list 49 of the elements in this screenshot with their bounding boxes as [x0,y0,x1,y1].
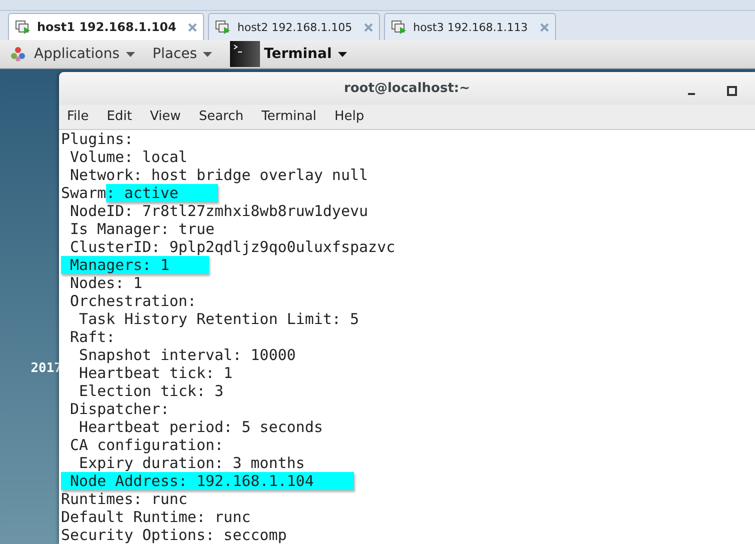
output-text: Nodes: 1 [69,274,142,292]
places-menu[interactable]: Places [152,46,220,62]
output-text: Dispatcher: [69,400,170,418]
output-text: Swarm [61,184,106,202]
output-text: Security Options: seccomp [61,526,287,544]
vm-tab[interactable]: host3 192.168.1.113 [384,13,556,40]
caret-icon [203,52,212,56]
menu-item[interactable]: Edit [106,109,132,124]
output-text: Network: host bridge overlay null [69,166,368,184]
close-icon[interactable] [540,22,549,32]
output-text: CA configuration: [69,436,224,454]
highlighted-output-text: : active [106,184,218,202]
menu-item[interactable]: Terminal [261,109,316,124]
menu-item[interactable]: Help [334,109,364,124]
output-text: Default Runtime: runc [61,508,251,526]
output-text: Raft: [69,328,116,346]
vm-icon [215,19,232,35]
window-title: root@localhost:~ [344,80,470,96]
vm-tab[interactable]: host2 192.168.1.105 [208,13,380,40]
close-icon[interactable] [364,22,374,32]
output-text: Election tick: 3 [78,382,224,400]
close-icon[interactable] [188,22,198,32]
output-text: Runtimes: runc [61,490,188,508]
maximize-button[interactable] [727,86,737,96]
vm-tab[interactable]: host1 192.168.1.104 [8,13,204,40]
output-text: Heartbeat period: 5 seconds [78,418,323,436]
menu-item[interactable]: File [67,109,89,124]
output-text: Plugins: [61,130,134,148]
output-text: Expiry duration: 3 months [78,454,305,472]
highlighted-output-text: Managers: 1 [61,256,210,274]
vm-icon [391,19,408,35]
output-text: Volume: local [69,148,188,166]
menu-item[interactable]: Search [198,109,244,124]
gnome-icon [10,46,26,62]
caret-icon [126,52,135,56]
output-text: ClusterID: 9plp2qdljz9qo0uluxfspazvc [69,238,396,256]
caret-icon [338,52,347,56]
output-text: Snapshot interval: 10000 [78,346,296,364]
output-text: Task History Retention Limit: 5 [78,310,360,328]
highlighted-output-text: Node Address: 192.168.1.104 [61,472,354,490]
applications-menu[interactable]: Applications [34,46,143,62]
output-text: Is Manager: true [69,220,215,238]
output-text: NodeID: 7r8tl27zmhxi8wb8ruw1dyevu [69,202,368,220]
vm-icon [15,19,31,35]
menu-item[interactable]: View [150,109,181,124]
terminal-app-menu[interactable]: Terminal [264,46,355,62]
output-text: Orchestration: [69,292,196,310]
output-text: Heartbeat tick: 1 [78,364,233,382]
terminal-icon [230,41,260,67]
